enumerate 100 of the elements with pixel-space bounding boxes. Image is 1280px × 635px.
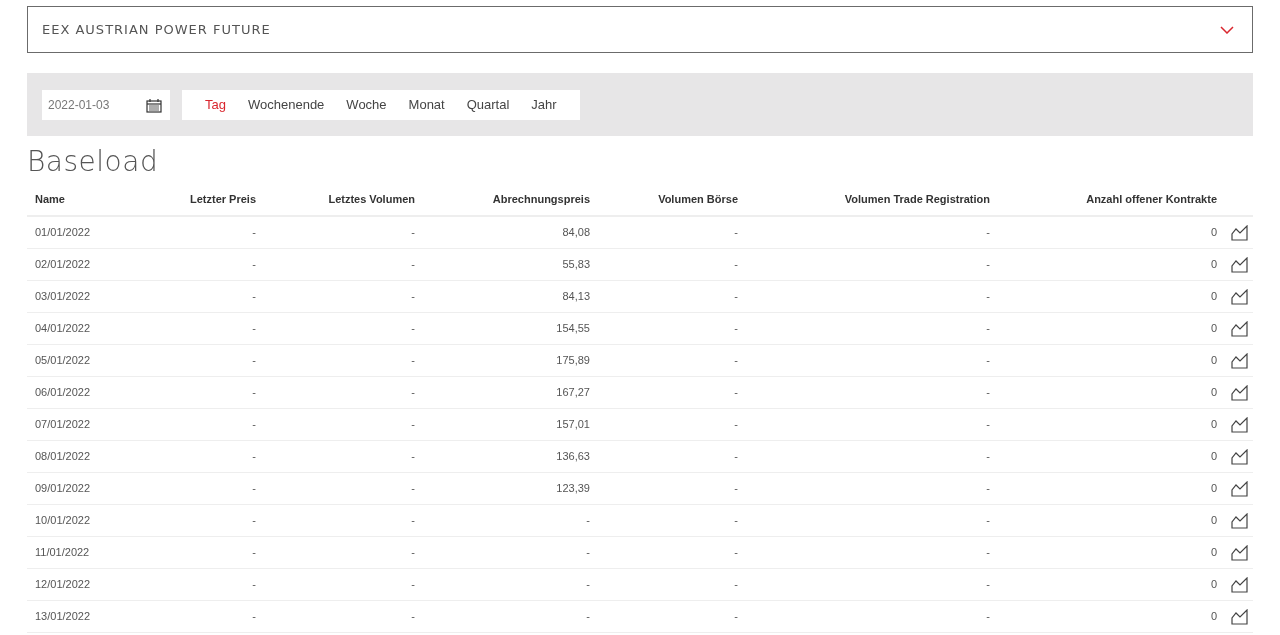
table-cell-text: - xyxy=(986,321,990,337)
table-cell-text: - xyxy=(986,545,990,561)
table-cell-text: - xyxy=(411,225,415,241)
table-cell-text: 123,39 xyxy=(556,481,590,497)
table-cell-text: - xyxy=(734,289,738,305)
table-cell-text: - xyxy=(734,609,738,625)
table-cell-text: 01/01/2022 xyxy=(34,225,91,241)
table-cell-text: 06/01/2022 xyxy=(34,385,91,401)
table-cell-text: 84,08 xyxy=(562,225,590,241)
table-cell-text: - xyxy=(252,449,256,465)
table-cell-text: - xyxy=(252,289,256,305)
table-cell-text: - xyxy=(734,513,738,529)
table-cell-text: 0 xyxy=(1210,225,1217,241)
table-cell-text: 0 xyxy=(1210,353,1217,369)
table-cell-text: - xyxy=(252,577,256,593)
line-chart-icon[interactable] xyxy=(1231,288,1249,305)
period-tab[interactable]: Wochenende xyxy=(238,94,334,115)
line-chart-icon[interactable] xyxy=(1231,320,1249,337)
line-chart-icon[interactable] xyxy=(1231,544,1249,561)
period-tab[interactable]: Tag xyxy=(196,94,235,115)
table-cell-text: 0 xyxy=(1210,417,1217,433)
column-header: Volumen Börse xyxy=(658,192,738,208)
table-cell-text: - xyxy=(986,481,990,497)
table-cell-text: - xyxy=(986,609,990,625)
column-header: Abrechnungspreis xyxy=(492,192,590,208)
table-cell-text: - xyxy=(411,417,415,433)
table-cell-text: - xyxy=(986,225,990,241)
table-cell-text: 05/01/2022 xyxy=(34,353,91,369)
table-cell-text: 04/01/2022 xyxy=(34,321,91,337)
table-cell-text: 13/01/2022 xyxy=(34,609,91,625)
table-cell-text: 175,89 xyxy=(556,353,590,369)
table-cell-text: - xyxy=(252,385,256,401)
column-header: Letzter Preis xyxy=(189,192,256,208)
table-cell-text: - xyxy=(252,481,256,497)
table-cell-text: 157,01 xyxy=(556,417,590,433)
line-chart-icon[interactable] xyxy=(1231,608,1249,625)
date-field[interactable]: 2022-01-03 xyxy=(42,89,170,120)
section-title: Baseload xyxy=(27,144,160,180)
table-cell-text: - xyxy=(411,513,415,529)
table-cell-text: 0 xyxy=(1210,609,1217,625)
line-chart-icon[interactable] xyxy=(1231,448,1249,465)
table-cell-text: - xyxy=(252,353,256,369)
table-cell-text: - xyxy=(411,449,415,465)
table-cell-text: - xyxy=(986,289,990,305)
line-chart-icon[interactable] xyxy=(1231,480,1249,497)
table-cell-text: 0 xyxy=(1210,321,1217,337)
column-header: Letztes Volumen xyxy=(328,192,415,208)
line-chart-icon[interactable] xyxy=(1231,416,1249,433)
chevron-icon[interactable] xyxy=(1220,25,1234,34)
table-cell-text: - xyxy=(252,513,256,529)
table-cell-text: - xyxy=(734,577,738,593)
table-cell-text: - xyxy=(411,481,415,497)
table-cell-text: 167,27 xyxy=(556,385,590,401)
line-chart-icon[interactable] xyxy=(1231,576,1249,593)
table-cell-text: - xyxy=(986,257,990,273)
table-cell-text: - xyxy=(986,417,990,433)
table-cell-text: - xyxy=(986,513,990,529)
table-cell-text: - xyxy=(986,353,990,369)
line-chart-icon[interactable] xyxy=(1231,256,1249,273)
table-cell-text: - xyxy=(734,225,738,241)
product-title: EEX AUSTRIAN POWER FUTURE xyxy=(42,20,271,39)
table-cell-text: - xyxy=(734,417,738,433)
table-cell-text: 136,63 xyxy=(556,449,590,465)
table-cell-text: - xyxy=(252,257,256,273)
period-tab[interactable]: Monat xyxy=(399,94,454,115)
table-cell-text: - xyxy=(734,321,738,337)
product-dropdown[interactable]: EEX AUSTRIAN POWER FUTURE xyxy=(27,6,1253,53)
table-cell-text: 0 xyxy=(1210,513,1217,529)
line-chart-icon[interactable] xyxy=(1231,512,1249,529)
table-cell-text: - xyxy=(734,481,738,497)
table-cell-text: - xyxy=(586,577,590,593)
calendar-icon[interactable] xyxy=(146,99,162,113)
table-cell-text: 02/01/2022 xyxy=(34,257,91,273)
table-cell-text: 154,55 xyxy=(556,321,590,337)
table-cell-text: - xyxy=(734,545,738,561)
table-cell-text: 11/01/2022 xyxy=(34,545,90,561)
line-chart-icon[interactable] xyxy=(1231,224,1249,241)
table-cell-text: - xyxy=(586,545,590,561)
table-cell-text: - xyxy=(734,257,738,273)
table-cell-text: - xyxy=(411,289,415,305)
period-tab[interactable]: Jahr xyxy=(522,94,566,115)
table-cell-text: - xyxy=(252,417,256,433)
table-cell-text: - xyxy=(586,609,590,625)
table-cell-text: - xyxy=(411,545,415,561)
table-cell-text: 0 xyxy=(1210,385,1217,401)
table-cell-text: 03/01/2022 xyxy=(34,289,91,305)
line-chart-icon[interactable] xyxy=(1231,352,1249,369)
period-tab[interactable]: Woche xyxy=(337,94,396,115)
table-cell-text: - xyxy=(252,545,256,561)
line-chart-icon[interactable] xyxy=(1231,384,1249,401)
table-cell-text: - xyxy=(734,385,738,401)
period-tab[interactable]: Quartal xyxy=(457,94,519,115)
table-cell-text: 0 xyxy=(1210,257,1217,273)
table-cell-text: - xyxy=(986,449,990,465)
column-header: Name xyxy=(34,192,65,208)
table-cell-text: 07/01/2022 xyxy=(34,417,91,433)
table-cell-text: - xyxy=(411,609,415,625)
column-header: Volumen Trade Registration xyxy=(844,192,990,208)
table-cell-text: - xyxy=(252,321,256,337)
table-cell-text: 0 xyxy=(1210,481,1217,497)
